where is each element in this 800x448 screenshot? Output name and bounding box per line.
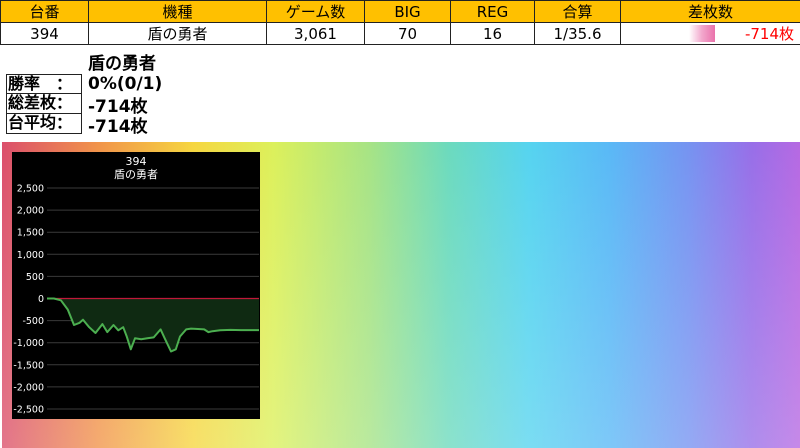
y-tick-label: 2,000 [17,206,44,217]
stats-block: 勝率 ： 0%(0/1) 総差枚： -714枚 台平均： -714枚 [6,74,162,137]
area-fill [47,298,259,352]
stat-label: 台平均： [6,114,82,134]
chart-subtitle: 盾の勇者 [114,168,158,181]
y-tick-label: 1,500 [17,228,44,239]
header-combined: 合算 [534,0,621,23]
header-number: 台番 [0,0,89,23]
y-tick-label: -1,000 [13,338,44,349]
header-games: ゲーム数 [266,0,365,23]
cell-combined: 1/35.6 [534,22,621,45]
y-tick-label: 1,000 [17,250,44,261]
cell-number: 394 [0,22,89,45]
table-header-row: 台番 機種 ゲーム数 BIG REG 合算 差枚数 [0,0,800,23]
stat-row-average: 台平均： -714枚 [6,114,162,137]
chart-title: 394 [126,155,147,168]
machine-title: 盾の勇者 [88,54,156,74]
header-big: BIG [364,0,451,23]
summary-table: 台番 機種 ゲーム数 BIG REG 合算 差枚数 394 盾の勇者 3,061… [0,0,800,45]
y-tick-label: -2,500 [13,405,44,416]
y-tick-label: 0 [38,294,44,305]
stat-value: -714枚 [88,116,148,137]
y-tick-label: -2,000 [13,382,44,393]
y-tick-label: -500 [22,316,44,327]
table-row: 394 盾の勇者 3,061 70 16 1/35.6 -714枚 [0,22,800,45]
cell-machine: 盾の勇者 [88,22,267,45]
stat-label: 勝率 ： [6,74,82,94]
cell-diff: -714枚 [620,22,800,45]
header-reg: REG [450,0,535,23]
diff-chart: 394 盾の勇者 2,500 2,000 1,500 1,000 500 0 -500 -1,00… [12,152,260,419]
diff-databar [689,25,715,42]
stat-label: 総差枚： [6,94,82,114]
diff-value: -714枚 [744,25,794,43]
header-machine: 機種 [88,0,267,23]
cell-games: 3,061 [266,22,365,45]
y-tick-label: 2,500 [17,184,44,195]
cell-big: 70 [364,22,451,45]
chart-svg: 394盾の勇者 2,500 2,000 1,500 1,000 500 0 -500 -1,00… [13,155,259,416]
header-diff: 差枚数 [620,0,800,23]
cell-reg: 16 [450,22,535,45]
y-tick-label: 500 [26,272,44,283]
y-tick-label: -1,500 [13,360,44,371]
